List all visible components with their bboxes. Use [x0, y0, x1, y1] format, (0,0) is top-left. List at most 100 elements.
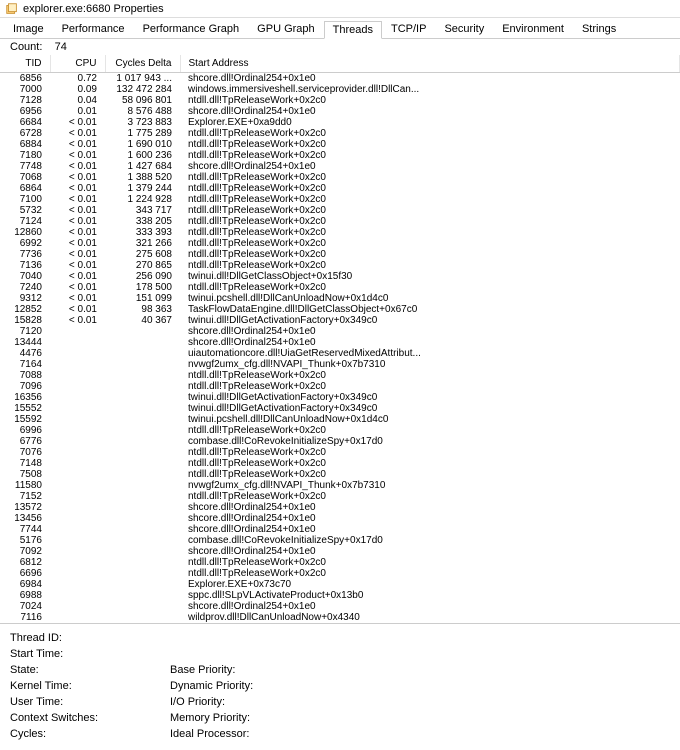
table-row[interactable]: 7120shcore.dll!Ordinal254+0x1e0 [0, 326, 680, 337]
cell-tid: 7748 [0, 161, 50, 172]
cell-tid: 11580 [0, 480, 50, 491]
table-row[interactable]: 7124< 0.01338 205ntdll.dll!TpReleaseWork… [0, 216, 680, 227]
cell-addr: shcore.dll!Ordinal254+0x1e0 [180, 326, 680, 337]
table-row[interactable]: 7076ntdll.dll!TpReleaseWork+0x2c0 [0, 447, 680, 458]
cell-cyc [105, 535, 180, 546]
tab-gpu-graph[interactable]: GPU Graph [248, 20, 323, 38]
cell-addr: Explorer.EXE+0xa9dd0 [180, 117, 680, 128]
col-cycles[interactable]: Cycles Delta [105, 55, 180, 73]
tab-environment[interactable]: Environment [493, 20, 573, 38]
table-row[interactable]: 7040< 0.01256 090twinui.dll!DllGetClassO… [0, 271, 680, 282]
cell-addr: windows.immersiveshell.serviceprovider.d… [180, 84, 680, 95]
cell-cpu: < 0.01 [50, 304, 105, 315]
table-row[interactable]: 9312< 0.01151 099twinui.pcshell.dll!DllC… [0, 293, 680, 304]
table-row[interactable]: 7240< 0.01178 500ntdll.dll!TpReleaseWork… [0, 282, 680, 293]
table-row[interactable]: 70000.09132 472 284windows.immersiveshel… [0, 84, 680, 95]
table-row[interactable]: 7068< 0.011 388 520ntdll.dll!TpReleaseWo… [0, 172, 680, 183]
table-row[interactable]: 7024shcore.dll!Ordinal254+0x1e0 [0, 601, 680, 612]
table-row[interactable]: 15552twinui.dll!DllGetActivationFactory+… [0, 403, 680, 414]
table-row[interactable]: 6728< 0.011 775 289ntdll.dll!TpReleaseWo… [0, 128, 680, 139]
table-row[interactable]: 12860< 0.01333 393ntdll.dll!TpReleaseWor… [0, 227, 680, 238]
tab-tcp-ip[interactable]: TCP/IP [382, 20, 435, 38]
thread-list[interactable]: TID CPU Cycles Delta Start Address 68560… [0, 55, 680, 623]
detail-label-left: Cycles: [10, 728, 170, 740]
table-row[interactable]: 6988sppc.dll!SLpVLActivateProduct+0x13b0 [0, 590, 680, 601]
table-row[interactable]: 7100< 0.011 224 928ntdll.dll!TpReleaseWo… [0, 194, 680, 205]
table-row[interactable]: 6864< 0.011 379 244ntdll.dll!TpReleaseWo… [0, 183, 680, 194]
cell-cyc [105, 392, 180, 403]
tab-strings[interactable]: Strings [573, 20, 625, 38]
table-row[interactable]: 6996ntdll.dll!TpReleaseWork+0x2c0 [0, 425, 680, 436]
table-row[interactable]: 13456shcore.dll!Ordinal254+0x1e0 [0, 513, 680, 524]
table-row[interactable]: 7092shcore.dll!Ordinal254+0x1e0 [0, 546, 680, 557]
cell-cyc [105, 601, 180, 612]
table-row[interactable]: 6812ntdll.dll!TpReleaseWork+0x2c0 [0, 557, 680, 568]
table-row[interactable]: 4476uiautomationcore.dll!UiaGetReservedM… [0, 348, 680, 359]
table-row[interactable]: 6696ntdll.dll!TpReleaseWork+0x2c0 [0, 568, 680, 579]
tab-performance-graph[interactable]: Performance Graph [134, 20, 249, 38]
column-headers[interactable]: TID CPU Cycles Delta Start Address [0, 55, 680, 73]
table-row[interactable]: 11580nvwgf2umx_cfg.dll!NVAPI_Thunk+0x7b7… [0, 480, 680, 491]
cell-tid: 7100 [0, 194, 50, 205]
table-row[interactable]: 6776combase.dll!CoRevokeInitializeSpy+0x… [0, 436, 680, 447]
table-row[interactable]: 71280.0458 096 801ntdll.dll!TpReleaseWor… [0, 95, 680, 106]
cell-cpu [50, 469, 105, 480]
cell-cyc [105, 447, 180, 458]
cell-tid: 6864 [0, 183, 50, 194]
cell-tid: 7096 [0, 381, 50, 392]
col-cpu[interactable]: CPU [50, 55, 105, 73]
cell-tid: 5732 [0, 205, 50, 216]
table-row[interactable]: 7744shcore.dll!Ordinal254+0x1e0 [0, 524, 680, 535]
table-row[interactable]: 13444shcore.dll!Ordinal254+0x1e0 [0, 337, 680, 348]
cell-cyc: 132 472 284 [105, 84, 180, 95]
tab-security[interactable]: Security [435, 20, 493, 38]
table-row[interactable]: 7152ntdll.dll!TpReleaseWork+0x2c0 [0, 491, 680, 502]
table-row[interactable]: 15828< 0.0140 367twinui.dll!DllGetActiva… [0, 315, 680, 326]
detail-label-right [170, 648, 670, 660]
tab-threads[interactable]: Threads [324, 21, 382, 39]
cell-addr: sppc.dll!SLpVLActivateProduct+0x13b0 [180, 590, 680, 601]
cell-cyc: 1 690 010 [105, 139, 180, 150]
detail-label-left: Start Time: [10, 648, 170, 660]
col-start-address[interactable]: Start Address [180, 55, 680, 73]
cell-cyc [105, 348, 180, 359]
cell-addr: ntdll.dll!TpReleaseWork+0x2c0 [180, 249, 680, 260]
col-tid[interactable]: TID [0, 55, 50, 73]
cell-tid: 7148 [0, 458, 50, 469]
table-row[interactable]: 69560.018 576 488shcore.dll!Ordinal254+0… [0, 106, 680, 117]
table-row[interactable]: 7136< 0.01270 865ntdll.dll!TpReleaseWork… [0, 260, 680, 271]
count-value: 74 [55, 41, 67, 53]
cell-cpu: < 0.01 [50, 260, 105, 271]
cell-cyc [105, 425, 180, 436]
table-row[interactable]: 6684< 0.013 723 883Explorer.EXE+0xa9dd0 [0, 117, 680, 128]
table-row[interactable]: 16356twinui.dll!DllGetActivationFactory+… [0, 392, 680, 403]
table-row[interactable]: 5176combase.dll!CoRevokeInitializeSpy+0x… [0, 535, 680, 546]
tab-image[interactable]: Image [4, 20, 53, 38]
cell-cyc: 333 393 [105, 227, 180, 238]
table-row[interactable]: 12852< 0.0198 363TaskFlowDataEngine.dll!… [0, 304, 680, 315]
table-row[interactable]: 6884< 0.011 690 010ntdll.dll!TpReleaseWo… [0, 139, 680, 150]
cell-tid: 7136 [0, 260, 50, 271]
table-row[interactable]: 7148ntdll.dll!TpReleaseWork+0x2c0 [0, 458, 680, 469]
cell-addr: ntdll.dll!TpReleaseWork+0x2c0 [180, 183, 680, 194]
detail-label-left: Context Switches: [10, 712, 170, 724]
table-row[interactable]: 7508ntdll.dll!TpReleaseWork+0x2c0 [0, 469, 680, 480]
table-row[interactable]: 7736< 0.01275 608ntdll.dll!TpReleaseWork… [0, 249, 680, 260]
table-row[interactable]: 68560.721 017 943 ...shcore.dll!Ordinal2… [0, 73, 680, 85]
table-row[interactable]: 7096ntdll.dll!TpReleaseWork+0x2c0 [0, 381, 680, 392]
table-row[interactable]: 13572shcore.dll!Ordinal254+0x1e0 [0, 502, 680, 513]
table-row[interactable]: 7116wildprov.dll!DllCanUnloadNow+0x4340 [0, 612, 680, 623]
table-row[interactable]: 5732< 0.01343 717ntdll.dll!TpReleaseWork… [0, 205, 680, 216]
tab-performance[interactable]: Performance [53, 20, 134, 38]
table-row[interactable]: 7180< 0.011 600 236ntdll.dll!TpReleaseWo… [0, 150, 680, 161]
table-row[interactable]: 15592twinui.pcshell.dll!DllCanUnloadNow+… [0, 414, 680, 425]
table-row[interactable]: 6984Explorer.EXE+0x73c70 [0, 579, 680, 590]
table-row[interactable]: 7164nvwgf2umx_cfg.dll!NVAPI_Thunk+0x7b73… [0, 359, 680, 370]
table-row[interactable]: 7088ntdll.dll!TpReleaseWork+0x2c0 [0, 370, 680, 381]
table-row[interactable]: 7748< 0.011 427 684shcore.dll!Ordinal254… [0, 161, 680, 172]
cell-cpu: < 0.01 [50, 150, 105, 161]
table-row[interactable]: 6992< 0.01321 266ntdll.dll!TpReleaseWork… [0, 238, 680, 249]
cell-addr: ntdll.dll!TpReleaseWork+0x2c0 [180, 172, 680, 183]
cell-cpu: < 0.01 [50, 194, 105, 205]
cell-cyc [105, 612, 180, 623]
